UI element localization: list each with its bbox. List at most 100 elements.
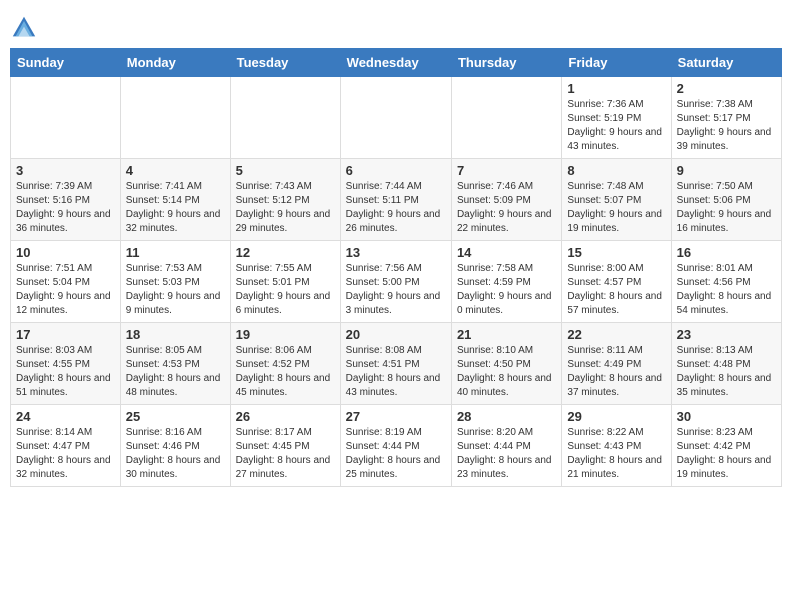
day-info: Sunrise: 7:39 AM Sunset: 5:16 PM Dayligh… bbox=[16, 180, 115, 236]
calendar-cell: 16 Sunrise: 8:01 AM Sunset: 4:56 PM Dayli… bbox=[671, 241, 781, 323]
day-number: 23 bbox=[677, 327, 776, 342]
day-info: Sunrise: 7:53 AM Sunset: 5:03 PM Dayligh… bbox=[126, 262, 225, 318]
calendar-cell: 7 Sunrise: 7:46 AM Sunset: 5:09 PM Daylig… bbox=[451, 159, 561, 241]
calendar-cell: 25 Sunrise: 8:16 AM Sunset: 4:46 PM Dayli… bbox=[120, 405, 230, 487]
calendar-cell: 10Sunrise: 7:51 AM Sunset: 5:04 PM Dayli… bbox=[11, 241, 121, 323]
calendar-week-row: 24 Sunrise: 8:14 AM Sunset: 4:47 PM Dayli… bbox=[11, 405, 782, 487]
calendar-header-wednesday: Wednesday bbox=[340, 49, 451, 77]
day-number: 21 bbox=[457, 327, 556, 342]
logo bbox=[10, 14, 42, 42]
calendar-week-row: 10Sunrise: 7:51 AM Sunset: 5:04 PM Dayli… bbox=[11, 241, 782, 323]
day-number: 8 bbox=[567, 163, 665, 178]
day-number: 22 bbox=[567, 327, 665, 342]
calendar-cell: 6 Sunrise: 7:44 AM Sunset: 5:11 PM Daylig… bbox=[340, 159, 451, 241]
day-info: Sunrise: 8:17 AM Sunset: 4:45 PM Dayligh… bbox=[236, 426, 335, 482]
day-info: Sunrise: 8:16 AM Sunset: 4:46 PM Dayligh… bbox=[126, 426, 225, 482]
calendar-header-friday: Friday bbox=[562, 49, 671, 77]
calendar-week-row: 17 Sunrise: 8:03 AM Sunset: 4:55 PM Dayli… bbox=[11, 323, 782, 405]
calendar-cell: 21 Sunrise: 8:10 AM Sunset: 4:50 PM Dayli… bbox=[451, 323, 561, 405]
calendar-cell: 12 Sunrise: 7:55 AM Sunset: 5:01 PM Dayli… bbox=[230, 241, 340, 323]
calendar-cell: 24 Sunrise: 8:14 AM Sunset: 4:47 PM Dayli… bbox=[11, 405, 121, 487]
day-number: 10 bbox=[16, 245, 115, 260]
day-info: Sunrise: 8:22 AM Sunset: 4:43 PM Dayligh… bbox=[567, 426, 665, 482]
day-number: 24 bbox=[16, 409, 115, 424]
day-number: 17 bbox=[16, 327, 115, 342]
day-number: 5 bbox=[236, 163, 335, 178]
day-number: 26 bbox=[236, 409, 335, 424]
calendar-cell: 18Sunrise: 8:05 AM Sunset: 4:53 PM Dayli… bbox=[120, 323, 230, 405]
calendar-header-sunday: Sunday bbox=[11, 49, 121, 77]
calendar-cell: 28Sunrise: 8:20 AM Sunset: 4:44 PM Dayli… bbox=[451, 405, 561, 487]
day-number: 2 bbox=[677, 81, 776, 96]
day-info: Sunrise: 8:11 AM Sunset: 4:49 PM Dayligh… bbox=[567, 344, 665, 400]
day-number: 11 bbox=[126, 245, 225, 260]
day-info: Sunrise: 7:36 AM Sunset: 5:19 PM Dayligh… bbox=[567, 98, 665, 154]
day-number: 6 bbox=[346, 163, 446, 178]
day-info: Sunrise: 8:14 AM Sunset: 4:47 PM Dayligh… bbox=[16, 426, 115, 482]
calendar-cell: 13Sunrise: 7:56 AM Sunset: 5:00 PM Dayli… bbox=[340, 241, 451, 323]
calendar-cell: 23 Sunrise: 8:13 AM Sunset: 4:48 PM Dayli… bbox=[671, 323, 781, 405]
day-number: 28 bbox=[457, 409, 556, 424]
day-number: 20 bbox=[346, 327, 446, 342]
header bbox=[10, 10, 782, 42]
calendar-cell: 27Sunrise: 8:19 AM Sunset: 4:44 PM Dayli… bbox=[340, 405, 451, 487]
day-number: 14 bbox=[457, 245, 556, 260]
calendar-cell bbox=[451, 77, 561, 159]
day-number: 25 bbox=[126, 409, 225, 424]
calendar-cell: 5 Sunrise: 7:43 AM Sunset: 5:12 PM Daylig… bbox=[230, 159, 340, 241]
calendar-cell: 20 Sunrise: 8:08 AM Sunset: 4:51 PM Dayli… bbox=[340, 323, 451, 405]
calendar-cell: 15Sunrise: 8:00 AM Sunset: 4:57 PM Dayli… bbox=[562, 241, 671, 323]
day-info: Sunrise: 7:44 AM Sunset: 5:11 PM Dayligh… bbox=[346, 180, 446, 236]
day-info: Sunrise: 8:05 AM Sunset: 4:53 PM Dayligh… bbox=[126, 344, 225, 400]
calendar-cell: 1 Sunrise: 7:36 AM Sunset: 5:19 PM Daylig… bbox=[562, 77, 671, 159]
day-info: Sunrise: 7:50 AM Sunset: 5:06 PM Dayligh… bbox=[677, 180, 776, 236]
day-info: Sunrise: 8:01 AM Sunset: 4:56 PM Dayligh… bbox=[677, 262, 776, 318]
calendar-table: SundayMondayTuesdayWednesdayThursdayFrid… bbox=[10, 48, 782, 487]
calendar-cell: 11 Sunrise: 7:53 AM Sunset: 5:03 PM Dayli… bbox=[120, 241, 230, 323]
calendar-header-saturday: Saturday bbox=[671, 49, 781, 77]
logo-icon bbox=[10, 14, 38, 42]
day-info: Sunrise: 7:46 AM Sunset: 5:09 PM Dayligh… bbox=[457, 180, 556, 236]
calendar-cell: 19Sunrise: 8:06 AM Sunset: 4:52 PM Dayli… bbox=[230, 323, 340, 405]
calendar-cell bbox=[120, 77, 230, 159]
calendar-week-row: 1 Sunrise: 7:36 AM Sunset: 5:19 PM Daylig… bbox=[11, 77, 782, 159]
day-number: 29 bbox=[567, 409, 665, 424]
day-info: Sunrise: 7:48 AM Sunset: 5:07 PM Dayligh… bbox=[567, 180, 665, 236]
day-info: Sunrise: 8:03 AM Sunset: 4:55 PM Dayligh… bbox=[16, 344, 115, 400]
calendar-cell bbox=[11, 77, 121, 159]
calendar-cell: 2 Sunrise: 7:38 AM Sunset: 5:17 PM Daylig… bbox=[671, 77, 781, 159]
calendar-week-row: 3 Sunrise: 7:39 AM Sunset: 5:16 PM Daylig… bbox=[11, 159, 782, 241]
day-number: 7 bbox=[457, 163, 556, 178]
day-number: 30 bbox=[677, 409, 776, 424]
calendar-cell: 30 Sunrise: 8:23 AM Sunset: 4:42 PM Dayli… bbox=[671, 405, 781, 487]
calendar-cell: 14 Sunrise: 7:58 AM Sunset: 4:59 PM Dayli… bbox=[451, 241, 561, 323]
day-number: 4 bbox=[126, 163, 225, 178]
calendar-cell: 26 Sunrise: 8:17 AM Sunset: 4:45 PM Dayli… bbox=[230, 405, 340, 487]
day-info: Sunrise: 8:23 AM Sunset: 4:42 PM Dayligh… bbox=[677, 426, 776, 482]
calendar-cell: 22 Sunrise: 8:11 AM Sunset: 4:49 PM Dayli… bbox=[562, 323, 671, 405]
day-info: Sunrise: 7:38 AM Sunset: 5:17 PM Dayligh… bbox=[677, 98, 776, 154]
calendar-cell: 8 Sunrise: 7:48 AM Sunset: 5:07 PM Daylig… bbox=[562, 159, 671, 241]
calendar-cell: 9 Sunrise: 7:50 AM Sunset: 5:06 PM Daylig… bbox=[671, 159, 781, 241]
day-number: 12 bbox=[236, 245, 335, 260]
day-number: 9 bbox=[677, 163, 776, 178]
calendar-header-monday: Monday bbox=[120, 49, 230, 77]
day-info: Sunrise: 8:10 AM Sunset: 4:50 PM Dayligh… bbox=[457, 344, 556, 400]
calendar-cell: 4Sunrise: 7:41 AM Sunset: 5:14 PM Daylig… bbox=[120, 159, 230, 241]
calendar-header-tuesday: Tuesday bbox=[230, 49, 340, 77]
day-info: Sunrise: 8:06 AM Sunset: 4:52 PM Dayligh… bbox=[236, 344, 335, 400]
calendar-cell bbox=[340, 77, 451, 159]
day-number: 1 bbox=[567, 81, 665, 96]
calendar-cell bbox=[230, 77, 340, 159]
day-info: Sunrise: 8:13 AM Sunset: 4:48 PM Dayligh… bbox=[677, 344, 776, 400]
day-number: 3 bbox=[16, 163, 115, 178]
day-info: Sunrise: 7:55 AM Sunset: 5:01 PM Dayligh… bbox=[236, 262, 335, 318]
day-info: Sunrise: 7:43 AM Sunset: 5:12 PM Dayligh… bbox=[236, 180, 335, 236]
calendar-cell: 29 Sunrise: 8:22 AM Sunset: 4:43 PM Dayli… bbox=[562, 405, 671, 487]
calendar-header-row: SundayMondayTuesdayWednesdayThursdayFrid… bbox=[11, 49, 782, 77]
calendar-cell: 3 Sunrise: 7:39 AM Sunset: 5:16 PM Daylig… bbox=[11, 159, 121, 241]
day-info: Sunrise: 7:56 AM Sunset: 5:00 PM Dayligh… bbox=[346, 262, 446, 318]
day-info: Sunrise: 8:08 AM Sunset: 4:51 PM Dayligh… bbox=[346, 344, 446, 400]
day-info: Sunrise: 7:58 AM Sunset: 4:59 PM Dayligh… bbox=[457, 262, 556, 318]
day-number: 16 bbox=[677, 245, 776, 260]
